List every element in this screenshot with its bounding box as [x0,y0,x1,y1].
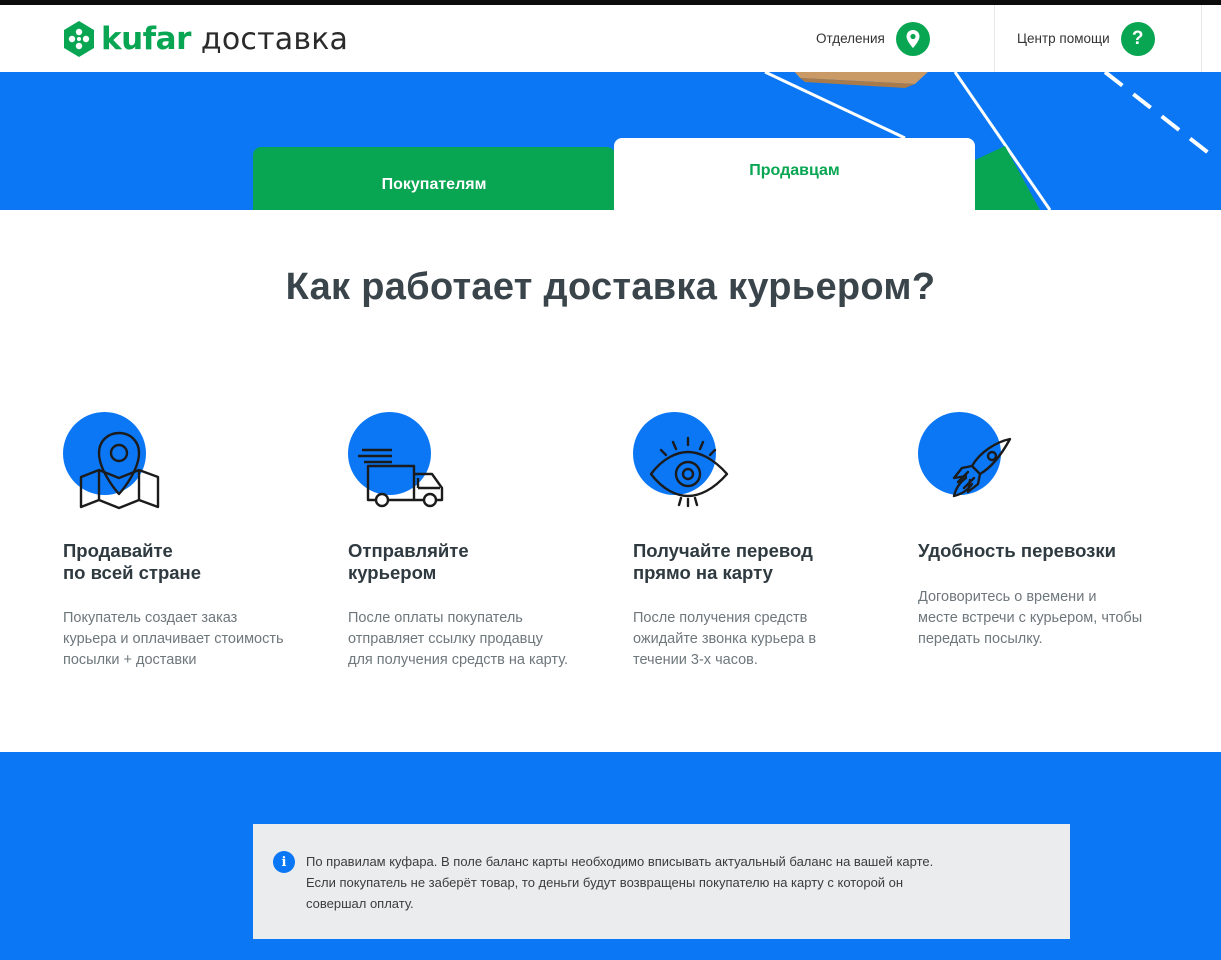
step-icon-wrap [348,412,448,512]
step-card: Получайте перевод прямо на карту После п… [633,412,893,668]
tab-sellers[interactable]: Продавцам [614,138,975,210]
eye-icon [649,436,729,508]
step-title: Продавайте по всей стране [63,540,202,583]
step-card: Отправляйте курьером После оплаты покупа… [348,412,608,668]
tab-buyers[interactable]: Покупателям [253,147,615,210]
rocket-icon [952,437,1012,498]
info-icon: i [273,851,295,873]
logo-suffix-text: доставка [200,21,349,57]
info-notice: i По правилам куфара. В поле баланс карт… [253,824,1070,939]
location-pin-icon [895,21,930,56]
logo-brand-text: kufar [101,21,191,57]
step-text: После оплаты покупатель отправляет ссылк… [348,610,569,668]
kufar-logo-icon [64,21,94,57]
step-card: Удобность перевозки Договоритесь о време… [918,412,1178,647]
nav-branches-link[interactable]: Отделения [816,5,930,72]
step-icon-wrap [633,412,733,512]
kufar-logo[interactable]: kufar доставка [62,19,348,59]
step-title: Получайте перевод прямо на карту [633,540,813,583]
nav-branches-label: Отделения [816,31,885,46]
nav-help-center-link[interactable]: Центр помощи ? [994,5,1202,72]
notice-text: По правилам куфара. В поле баланс карты … [306,854,934,911]
step-title: Удобность перевозки [918,540,1116,561]
page-title: Как работает доставка курьером? [285,266,936,308]
step-title: Отправляйте курьером [348,540,469,583]
question-icon: ? [1120,21,1155,56]
step-text: Покупатель создает заказ курьера и оплач… [63,610,284,668]
step-text: Договоритесь о времени и месте встречи с… [918,589,1143,647]
nav-help-label: Центр помощи [1017,31,1110,46]
step-card: Продавайте по всей стране Покупатель соз… [63,412,323,668]
site-header: kufar доставка Отделения Центр помощи ? [0,5,1221,72]
step-icon-wrap [918,412,1018,512]
map-pin-icon [79,431,160,510]
step-text: После получения средств ожидайте звонка … [633,610,817,668]
delivery-truck-icon [358,448,444,508]
step-icon-wrap [63,412,163,512]
